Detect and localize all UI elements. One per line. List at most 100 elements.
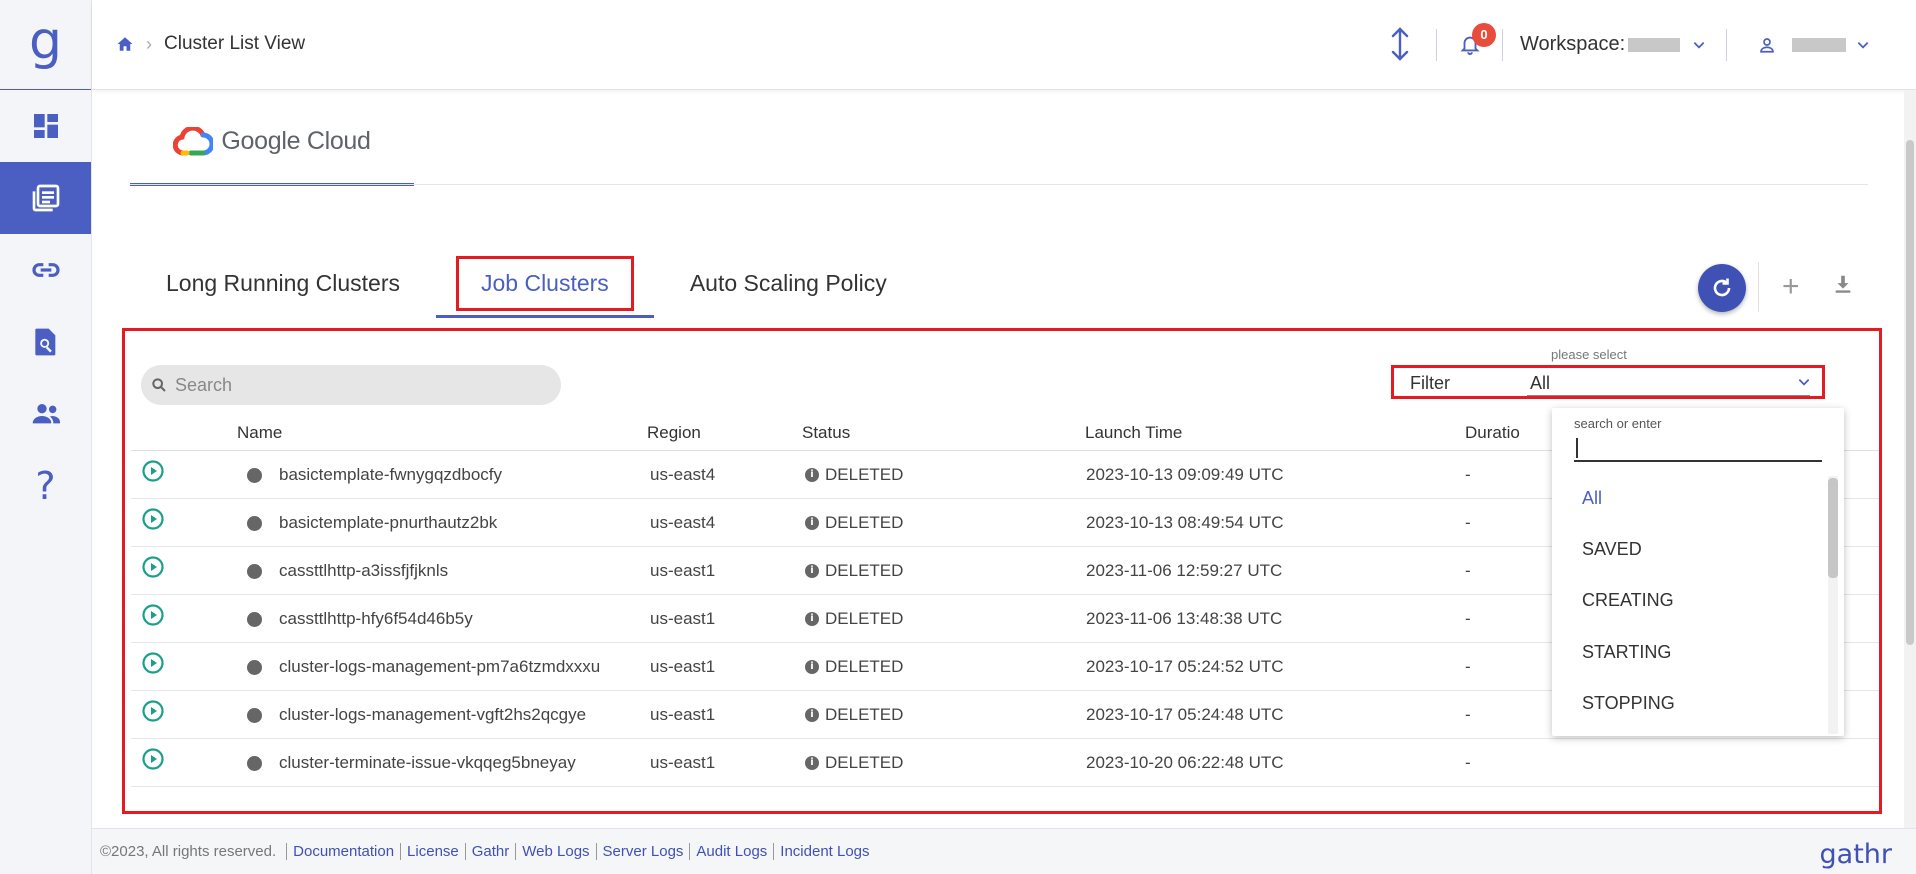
tab-auto-scaling-policy[interactable]: Auto Scaling Policy: [654, 250, 923, 316]
cell-name[interactable]: cassttlhttp-a3issfjfjknls: [279, 561, 448, 581]
cell-duration: -: [1465, 657, 1471, 676]
refresh-icon: [1713, 278, 1731, 297]
sidebar-item-help[interactable]: ?: [0, 450, 91, 522]
info-icon: i: [805, 564, 819, 578]
workspace-label: Workspace:: [1520, 33, 1626, 55]
filter-hint: please select: [1551, 347, 1627, 362]
cell-status: i DELETED: [805, 465, 903, 485]
footer-link-incident-logs[interactable]: Incident Logs: [773, 843, 875, 860]
app-logo[interactable]: g: [0, 0, 91, 90]
cell-name[interactable]: cassttlhttp-hfy6f54d46b5y: [279, 609, 473, 629]
footer-link-server-logs[interactable]: Server Logs: [595, 843, 690, 860]
dropdown-hint: search or enter: [1574, 416, 1662, 431]
cell-launch-time: 2023-10-20 06:22:48 UTC: [1086, 753, 1284, 772]
cell-status: i DELETED: [805, 609, 903, 629]
workspace-name-redacted[interactable]: [1628, 38, 1680, 52]
divider: [1436, 29, 1437, 61]
sidebar-item-search-docs[interactable]: [0, 306, 91, 378]
cell-name[interactable]: cluster-logs-management-pm7a6tzmdxxxu: [279, 657, 600, 677]
status-text: DELETED: [825, 753, 904, 772]
search-document-icon: [34, 328, 55, 356]
chevron-down-icon[interactable]: [1856, 38, 1870, 57]
user-icon[interactable]: [1758, 35, 1776, 60]
dropdown-option-saved[interactable]: SAVED: [1582, 539, 1642, 560]
sidebar-item-dashboard[interactable]: [0, 90, 91, 162]
cloud-provider-name: Google Cloud: [221, 127, 371, 155]
sidebar-item-links[interactable]: [0, 234, 91, 306]
footer-link-license[interactable]: License: [400, 843, 465, 860]
footer-link-web-logs[interactable]: Web Logs: [515, 843, 595, 860]
dropdown-option-stopping[interactable]: STOPPING: [1582, 693, 1675, 714]
filter-select[interactable]: Filter All: [1391, 365, 1825, 399]
chevron-down-icon[interactable]: [1692, 38, 1706, 57]
column-header-region[interactable]: Region: [647, 423, 701, 443]
chevron-down-icon[interactable]: [1796, 375, 1812, 394]
search-input[interactable]: Search: [141, 365, 561, 405]
dropdown-option-all[interactable]: All: [1582, 488, 1602, 509]
play-circle-icon[interactable]: [141, 651, 165, 680]
search-icon: [152, 378, 166, 392]
play-circle-icon[interactable]: [141, 507, 165, 536]
status-text: DELETED: [825, 561, 904, 580]
user-name-redacted[interactable]: [1792, 38, 1846, 52]
sidebar-item-clusters[interactable]: [0, 162, 91, 234]
tab-label: Auto Scaling Policy: [689, 269, 887, 296]
cell-status: i DELETED: [805, 705, 903, 725]
cell-name[interactable]: cluster-logs-management-vgft2hs2qcgye: [279, 705, 586, 725]
page-scrollbar-thumb[interactable]: [1906, 140, 1914, 645]
add-icon[interactable]: +: [1782, 272, 1800, 302]
dropdown-search-input[interactable]: [1574, 432, 1822, 462]
column-header-launch-time[interactable]: Launch Time: [1085, 423, 1182, 443]
app: g ? › Cluster List View 0 Workspace: Goo…: [0, 0, 1916, 874]
tab-label: Job Clusters: [455, 255, 634, 311]
table-row[interactable]: cluster-terminate-issue-vkqqeg5bneyay us-…: [131, 739, 1879, 787]
status-dot: [247, 660, 262, 675]
status-text: DELETED: [825, 609, 904, 628]
expand-vertical-icon[interactable]: [1388, 26, 1412, 67]
link-icon: [31, 263, 60, 277]
cell-name[interactable]: cluster-terminate-issue-vkqqeg5bneyay: [279, 753, 576, 773]
play-circle-icon[interactable]: [141, 747, 165, 776]
dropdown-option-starting[interactable]: STARTING: [1582, 642, 1671, 663]
column-header-name[interactable]: Name: [237, 423, 282, 443]
play-circle-icon[interactable]: [141, 459, 165, 488]
home-icon[interactable]: [116, 35, 134, 53]
cell-region: us-east1: [650, 753, 716, 772]
status-text: DELETED: [825, 465, 904, 484]
play-circle-icon[interactable]: [141, 555, 165, 584]
help-icon: ?: [35, 464, 56, 508]
cell-launch-time: 2023-10-13 09:09:49 UTC: [1086, 465, 1284, 484]
refresh-button[interactable]: [1698, 264, 1746, 312]
dropdown-scrollbar-thumb[interactable]: [1828, 478, 1838, 578]
footer-link-audit-logs[interactable]: Audit Logs: [689, 843, 773, 860]
notification-badge: 0: [1472, 23, 1496, 47]
tab-long-running-clusters[interactable]: Long Running Clusters: [130, 250, 436, 316]
cluster-tabs: Long Running Clusters Job Clusters Auto …: [130, 250, 923, 318]
cell-name[interactable]: basictemplate-pnurthautz2bk: [279, 513, 497, 533]
column-header-duration[interactable]: Duratio: [1465, 423, 1520, 443]
download-icon[interactable]: [1832, 272, 1854, 301]
divider: [130, 184, 1868, 185]
cell-duration: -: [1465, 561, 1471, 580]
cell-region: us-east4: [650, 513, 716, 532]
cloud-provider-tab[interactable]: Google Cloud: [130, 100, 414, 186]
cell-duration: -: [1465, 609, 1471, 628]
footer-link-gathr[interactable]: Gathr: [464, 843, 516, 860]
search-placeholder: Search: [175, 374, 233, 395]
tab-job-clusters[interactable]: Job Clusters: [435, 250, 654, 318]
cell-duration: -: [1465, 513, 1471, 532]
sidebar-item-users[interactable]: [0, 378, 91, 450]
brand-logo: gathr: [1819, 839, 1892, 870]
cell-region: us-east1: [650, 705, 716, 724]
cell-launch-time: 2023-10-17 05:24:48 UTC: [1086, 705, 1284, 724]
text-caret: [1576, 438, 1578, 458]
play-circle-icon[interactable]: [141, 699, 165, 728]
cell-status: i DELETED: [805, 513, 903, 533]
clusters-icon: [32, 184, 59, 212]
footer-link-documentation[interactable]: Documentation: [286, 843, 400, 860]
dropdown-option-creating[interactable]: CREATING: [1582, 590, 1674, 611]
column-header-status[interactable]: Status: [802, 423, 850, 443]
divider: [1502, 29, 1503, 61]
play-circle-icon[interactable]: [141, 603, 165, 632]
cell-name[interactable]: basictemplate-fwnygqzdbocfy: [279, 465, 502, 485]
